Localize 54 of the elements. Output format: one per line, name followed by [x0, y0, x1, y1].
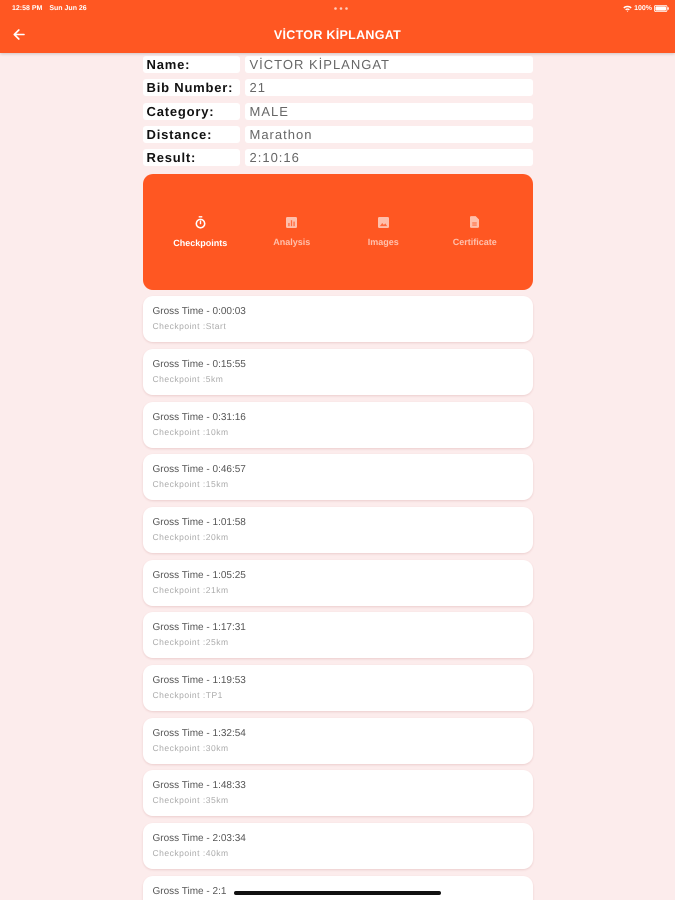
checkpoint-name: Checkpoint :15km: [152, 478, 229, 490]
gross-time: Gross Time - 1:05:25: [152, 570, 246, 582]
checkpoint-card[interactable]: Gross Time - 0:00:03 Checkpoint :Start: [142, 296, 532, 342]
document-icon: [470, 216, 480, 228]
bar-chart-icon: [286, 216, 298, 228]
checkpoint-name: Checkpoint :TP1: [152, 689, 223, 701]
back-icon[interactable]: [13, 29, 25, 40]
checkpoint-name: Checkpoint :Start: [152, 320, 226, 332]
checkpoint-card[interactable]: Gross Time - 1:48:33 Checkpoint :35km: [142, 770, 532, 816]
checkpoint-card[interactable]: Gross Time - 2:03:34 Checkpoint :40km: [142, 823, 532, 870]
checkpoint-card[interactable]: Gross Time - 0:31:16 Checkpoint :10km: [142, 402, 532, 448]
gross-time: Gross Time - 0:15:55: [152, 358, 246, 371]
gross-time: Gross Time - 1:17:31: [152, 622, 246, 634]
image-icon: [378, 216, 389, 228]
checkpoint-card[interactable]: Gross Time - 1:32:54 Checkpoint :30km: [142, 718, 532, 764]
detail-value: MALE: [244, 102, 532, 120]
checkpoint-name: Checkpoint :10km: [152, 426, 229, 438]
detail-label: Result:: [142, 149, 240, 166]
checkpoint-name: Checkpoint :25km: [152, 636, 229, 648]
checkpoint-card[interactable]: Gross Time - 1:17:31 Checkpoint :25km: [142, 612, 532, 658]
detail-value: 2:10:16: [244, 149, 532, 166]
detail-value: Marathon: [244, 126, 532, 143]
detail-label: Name:: [142, 56, 240, 73]
stopwatch-icon: [194, 216, 206, 229]
checkpoint-name: Checkpoint :40km: [152, 847, 229, 860]
gross-time: Gross Time - 2:1: [152, 886, 226, 898]
checkpoint-name: Checkpoint :30km: [152, 742, 229, 754]
checkpoint-card[interactable]: Gross Time - 1:19:53 Checkpoint :TP1: [142, 665, 532, 711]
battery-icon: [654, 4, 669, 12]
screen-title: VİCTOR KİPLANGAT: [274, 28, 402, 42]
gross-time: Gross Time - 0:31:16: [152, 412, 246, 424]
checkpoint-card[interactable]: Gross Time - 1:01:58 Checkpoint :20km: [142, 506, 532, 553]
checkpoint-name: Checkpoint :35km: [152, 794, 229, 806]
gross-time: Gross Time - 1:01:58: [152, 516, 246, 529]
gross-time: Gross Time - 0:46:57: [152, 464, 246, 476]
gross-time: Gross Time - 2:03:34: [152, 833, 246, 846]
checkpoint-card[interactable]: Gross Time - 2:1: [142, 876, 532, 900]
checkpoint-name: Checkpoint :21km: [152, 584, 229, 596]
detail-value: 21: [244, 79, 532, 96]
checkpoint-card[interactable]: Gross Time - 1:05:25 Checkpoint :21km: [142, 560, 532, 606]
gross-time: Gross Time - 1:48:33: [152, 780, 246, 792]
detail-value: VİCTOR KİPLANGAT: [244, 56, 532, 73]
gross-time: Gross Time - 0:00:03: [152, 306, 246, 318]
checkpoint-card[interactable]: Gross Time - 0:15:55 Checkpoint :5km: [142, 348, 532, 395]
detail-label: Distance:: [142, 126, 240, 143]
checkpoint-name: Checkpoint :20km: [152, 530, 229, 543]
wifi-icon: [623, 4, 632, 12]
gross-time: Gross Time - 1:19:53: [152, 675, 246, 687]
gross-time: Gross Time - 1:32:54: [152, 728, 246, 740]
detail-label: Category:: [142, 102, 240, 120]
checkpoint-name: Checkpoint :5km: [152, 372, 224, 385]
more-dots-icon: [334, 6, 348, 10]
checkpoint-card[interactable]: Gross Time - 0:46:57 Checkpoint :15km: [142, 454, 532, 500]
detail-label: Bib Number:: [142, 79, 240, 96]
